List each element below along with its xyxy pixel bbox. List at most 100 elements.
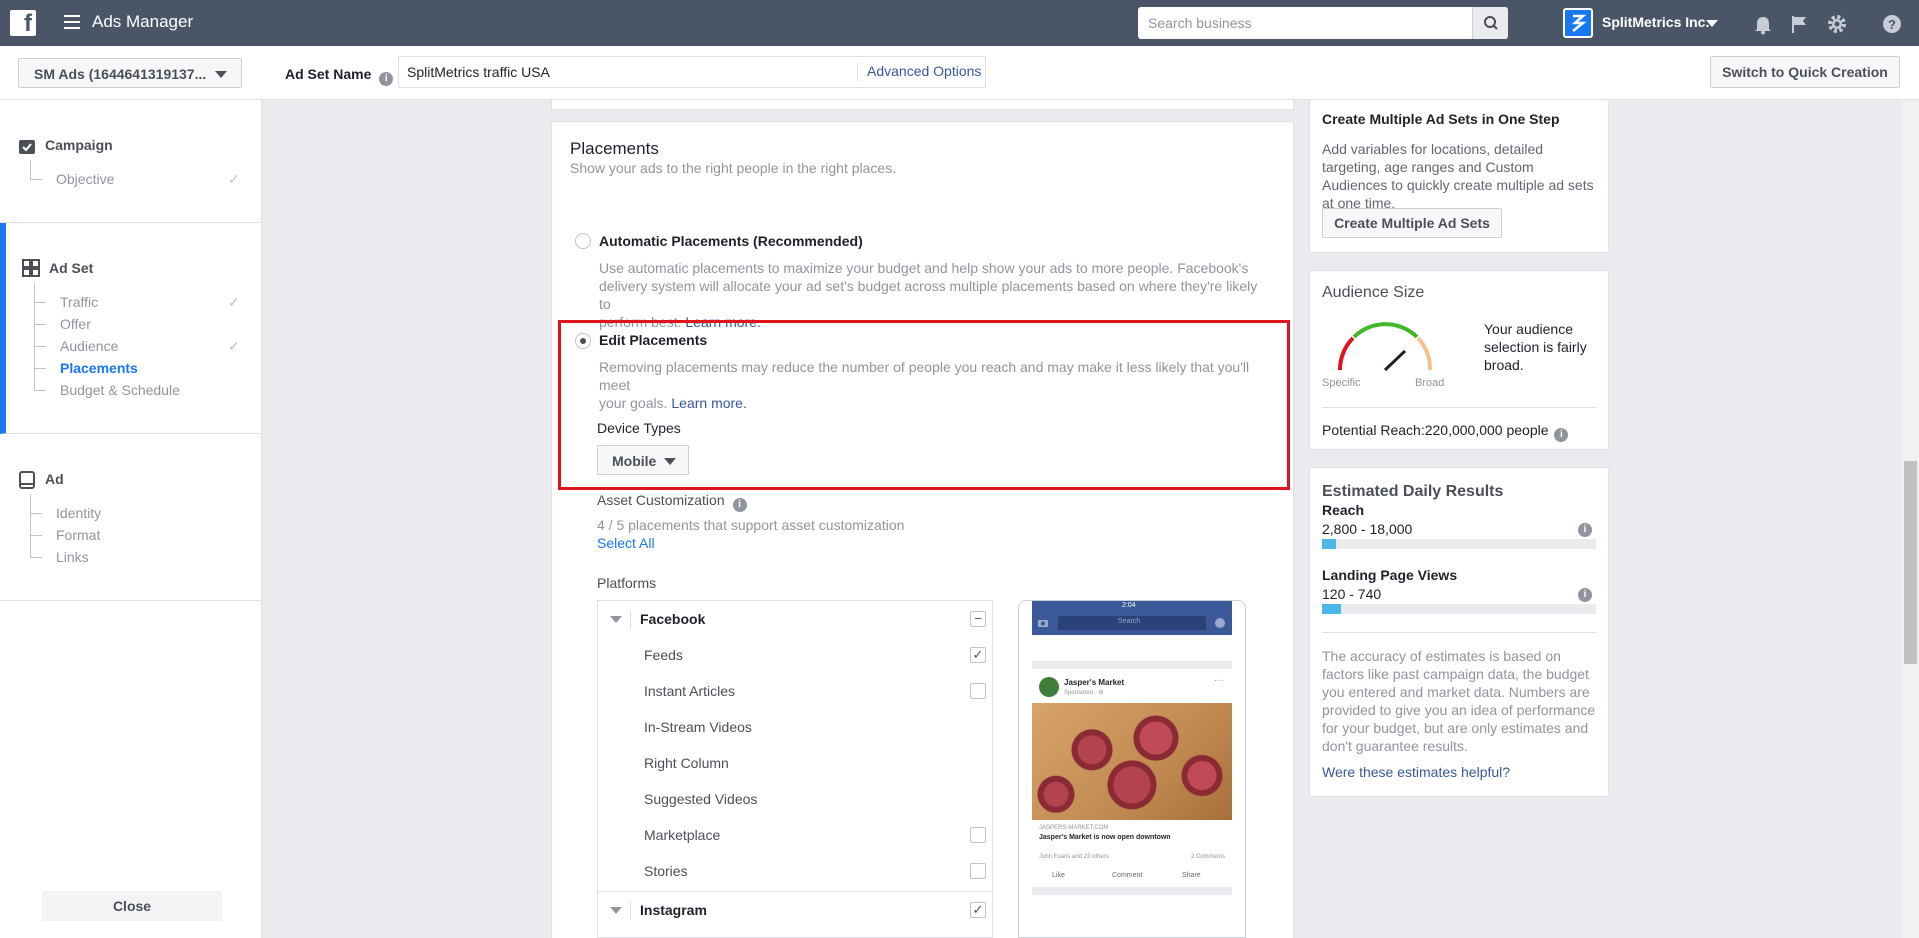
placement-row[interactable]: Instant Articles	[598, 673, 992, 709]
search-button[interactable]	[1472, 7, 1508, 39]
ad-domain: JASPERS-MARKET.COM	[1039, 825, 1109, 831]
nav-item-audience[interactable]: Audience	[60, 338, 118, 354]
collapse-arrow-icon[interactable]	[610, 616, 622, 623]
nav-item-objective[interactable]: Objective	[56, 171, 114, 187]
adset-icon	[22, 259, 40, 277]
share-action: Share	[1182, 872, 1201, 879]
menu-icon[interactable]	[64, 15, 80, 29]
learn-more-link[interactable]: Learn more.	[671, 395, 746, 411]
messenger-icon	[1215, 618, 1225, 628]
info-icon[interactable]: i	[1578, 588, 1592, 602]
instant-articles-checkbox[interactable]	[970, 683, 986, 699]
checkmark-icon: ✓	[228, 338, 240, 354]
create-multiple-adsets-button[interactable]: Create Multiple Ad Sets	[1322, 208, 1502, 238]
reach-bar	[1322, 539, 1596, 549]
instagram-checkbox[interactable]: ✓	[970, 902, 986, 918]
marketplace-checkbox[interactable]	[970, 827, 986, 843]
close-button[interactable]: Close	[42, 891, 222, 921]
ad-preview-phone: 2:04 Search Jasper's Market Sponsored · …	[1018, 600, 1246, 938]
nav-item-identity[interactable]: Identity	[56, 505, 101, 521]
divider	[1322, 632, 1596, 633]
select-all-link[interactable]: Select All	[597, 535, 655, 551]
placement-row[interactable]: Marketplace	[598, 817, 992, 853]
advanced-options-link[interactable]: Advanced Options	[857, 63, 981, 81]
campaign-icon	[19, 140, 35, 154]
comment-action: Comment	[1112, 872, 1143, 879]
stories-checkbox[interactable]	[970, 863, 986, 879]
svg-text:?: ?	[1888, 17, 1896, 32]
nav-campaign-title[interactable]: Campaign	[45, 137, 113, 153]
facebook-logo-icon[interactable]: f	[10, 10, 36, 37]
landing-page-views-bar	[1322, 604, 1596, 614]
nav-item-traffic[interactable]: Traffic	[60, 294, 98, 310]
placement-label: Stories	[644, 863, 688, 879]
estimates-helpful-link[interactable]: Were these estimates helpful?	[1322, 764, 1510, 780]
account-selector[interactable]: SM Ads (1644641319137...	[18, 58, 242, 88]
info-icon[interactable]: i	[1554, 428, 1569, 442]
gauge-broad-label: Broad	[1415, 377, 1445, 389]
info-icon[interactable]: i	[732, 498, 747, 512]
info-icon[interactable]: i	[1578, 523, 1592, 537]
nav-ad-title[interactable]: Ad	[45, 471, 64, 487]
nav-item-format[interactable]: Format	[56, 527, 100, 543]
placement-label: Marketplace	[644, 827, 721, 843]
business-name[interactable]: SplitMetrics Inc.	[1602, 14, 1709, 30]
scrollbar-thumb[interactable]	[1904, 461, 1917, 664]
ad-headline: Jasper's Market is now open downtown	[1039, 834, 1171, 841]
info-icon[interactable]: i	[379, 72, 394, 86]
page-avatar	[1039, 677, 1059, 697]
ad-icon	[19, 471, 35, 489]
device-types-dropdown[interactable]: Mobile	[597, 445, 689, 475]
facebook-partial-checkbox[interactable]: −	[970, 611, 986, 627]
placement-row[interactable]: Suggested Videos	[598, 781, 992, 817]
search-input[interactable]	[1138, 7, 1506, 39]
like-action: Like	[1052, 872, 1065, 879]
multiple-adsets-title: Create Multiple Ad Sets in One Step	[1322, 111, 1560, 127]
platform-row-instagram[interactable]: Instagram ✓	[598, 891, 992, 927]
device-types-value: Mobile	[612, 453, 657, 469]
platform-row-facebook[interactable]: Facebook −	[598, 601, 992, 637]
automatic-placements-radio[interactable]	[575, 233, 591, 249]
ad-image	[1032, 703, 1232, 820]
placement-row[interactable]: In-Stream Videos	[598, 709, 992, 745]
left-navigation: Campaign Objective ✓ Ad Set Traffic ✓ Of…	[0, 100, 262, 938]
placement-row[interactable]: Feeds ✓	[598, 637, 992, 673]
business-logo[interactable]	[1563, 8, 1593, 38]
flag-icon[interactable]	[1787, 12, 1811, 36]
adset-header-bar: SM Ads (1644641319137... Ad Set Name i A…	[0, 46, 1919, 100]
placement-row[interactable]: Stories	[598, 853, 992, 889]
audience-description: Your audience selection is fairly broad.	[1484, 321, 1587, 373]
adset-name-field-box: Advanced Options	[398, 56, 986, 88]
divider	[1322, 407, 1596, 408]
chevron-down-icon	[215, 71, 227, 78]
nav-item-budget-schedule[interactable]: Budget & Schedule	[60, 382, 180, 398]
sponsored-label: Sponsored · ⚙	[1064, 690, 1104, 696]
bell-icon[interactable]	[1751, 12, 1775, 36]
camera-icon	[1038, 620, 1048, 627]
switch-to-quick-creation-button[interactable]: Switch to Quick Creation	[1710, 56, 1900, 88]
adset-name-input[interactable]	[399, 57, 859, 87]
nav-adset-title[interactable]: Ad Set	[49, 260, 93, 276]
placements-subtitle: Show your ads to the right people in the…	[570, 160, 897, 176]
asset-customization-title: Asset Customization i	[597, 492, 747, 512]
gear-icon[interactable]	[1825, 12, 1849, 36]
potential-reach: Potential Reach:220,000,000 people i	[1322, 422, 1569, 442]
landing-page-views-range: 120 - 740	[1322, 586, 1382, 602]
asset-customization-description: 4 / 5 placements that support asset cust…	[597, 517, 905, 533]
platforms-label: Platforms	[597, 575, 657, 591]
collapse-arrow-icon[interactable]	[610, 907, 622, 914]
edit-placements-title[interactable]: Edit Placements	[599, 332, 707, 348]
nav-item-offer[interactable]: Offer	[60, 316, 91, 332]
nav-item-placements[interactable]: Placements	[60, 360, 138, 376]
chevron-down-icon[interactable]	[1706, 20, 1718, 27]
help-icon[interactable]: ?	[1880, 12, 1904, 36]
placement-row[interactable]: Right Column	[598, 745, 992, 781]
device-types-label: Device Types	[597, 420, 681, 436]
checkmark-icon: ✓	[228, 294, 240, 310]
feeds-checkbox[interactable]: ✓	[970, 647, 986, 663]
phone-search-bar: Search	[1058, 616, 1206, 630]
automatic-placements-title[interactable]: Automatic Placements (Recommended)	[599, 233, 863, 249]
platform-instagram-label: Instagram	[640, 902, 707, 918]
edit-placements-radio[interactable]	[575, 333, 591, 349]
nav-item-links[interactable]: Links	[56, 549, 89, 565]
